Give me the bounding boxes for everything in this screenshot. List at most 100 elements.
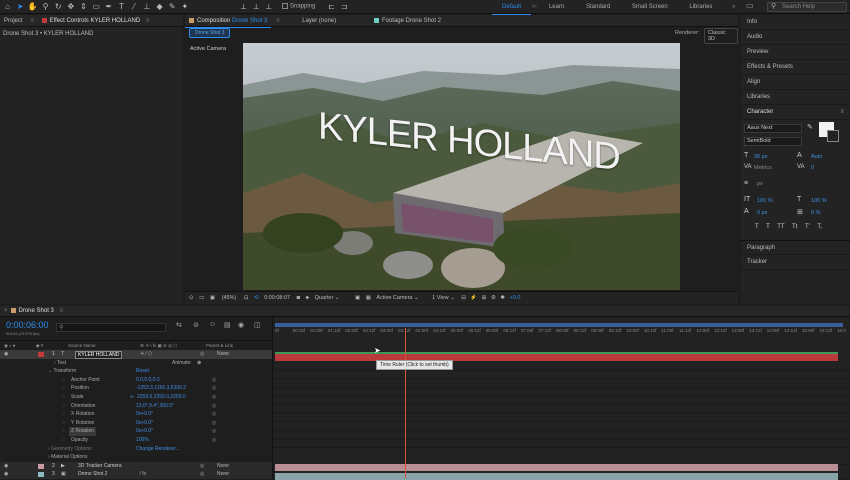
prop-scale[interactable]: ◌ Scale ∞ 2259.0,2259.0,2259.0 ◎ (0, 393, 272, 402)
panel-menu-icon[interactable]: ≡ (28, 18, 36, 24)
layer-2-bar[interactable] (275, 464, 838, 471)
parent-link-header[interactable]: Parent & Link (206, 341, 233, 350)
tracking-value[interactable]: 0 (811, 165, 814, 171)
workspace-small-screen[interactable]: Small Screen (622, 0, 678, 14)
tsume-value[interactable]: 0 % (811, 210, 820, 216)
comp-breadcrumb-button[interactable]: Drone Shot 3 (189, 28, 231, 38)
hand-tool-icon[interactable]: ✋ (27, 1, 38, 12)
prop-z-rotation[interactable]: ◌ Z Rotation 0x+0.0° ◎ (0, 427, 272, 436)
zoom-tool-icon[interactable]: ⚲ (40, 1, 51, 12)
all-caps-button[interactable]: TT (777, 224, 784, 230)
faux-italic-button[interactable]: T (766, 224, 770, 230)
prop-x-rotation[interactable]: ◌ X Rotation 0x+0.0° ◎ (0, 410, 272, 419)
comp-mini-flowchart-icon[interactable]: ⇆ (176, 321, 182, 329)
timeline-search-input[interactable]: ⚲ (56, 323, 166, 332)
scale-value[interactable]: 2259.0,2259.0,2259.0 (137, 393, 186, 402)
magnification-dropdown[interactable]: (45%) (217, 295, 237, 301)
stopwatch-icon[interactable]: ◌ (62, 436, 65, 445)
layer-1-parent[interactable]: None (217, 350, 229, 359)
layer-3-bar[interactable] (275, 473, 838, 480)
orbit-tool-icon[interactable]: ↻ (53, 1, 64, 12)
type-tool-icon[interactable]: T (116, 1, 127, 12)
x-rotation-value[interactable]: 0x+0.0° (136, 410, 153, 419)
prop-anchor-point[interactable]: ◌ Anchor Point 0.0,0.0,0.0 ◎ (0, 376, 272, 385)
shy-icon[interactable]: ☺ (209, 321, 216, 328)
workspace-more-icon[interactable]: » (724, 4, 735, 10)
footer-timecode[interactable]: 0:00:08:07 (260, 295, 290, 301)
comp-menu-icon[interactable]: ≡ (273, 18, 283, 24)
track-area[interactable]: 0f00:12f01:00f01:12f02:00f02:12f03:00f03… (272, 318, 850, 480)
panel-align[interactable]: Align (741, 75, 850, 90)
monitor-icon[interactable]: ▭ (195, 295, 204, 301)
visibility-icon[interactable]: ◉ (4, 350, 8, 359)
flowchart-icon[interactable]: ⚙ (488, 295, 496, 301)
material-options-group[interactable]: › Material Options (48, 453, 87, 462)
tab-footage[interactable]: Footage Drone Shot 2 (370, 15, 445, 27)
small-caps-button[interactable]: Tt (792, 224, 797, 230)
snapping-toggle[interactable]: Snapping (282, 3, 315, 10)
exposure-icon[interactable]: ✱ (497, 295, 505, 301)
eraser-tool-icon[interactable]: ◆ (154, 1, 165, 12)
home-icon[interactable]: ⌂ (2, 1, 13, 12)
faux-bold-button[interactable]: T (755, 224, 759, 230)
panel-paragraph[interactable]: Paragraph (741, 240, 850, 255)
rectangle-tool-icon[interactable]: ▭ (91, 1, 102, 12)
close-icon[interactable]: × (4, 308, 8, 314)
position-value[interactable]: -1253.3,1156.3,6300.2 (136, 384, 186, 393)
y-rotation-value[interactable]: 0x+0.0° (136, 419, 153, 428)
panel-tracker[interactable]: Tracker (741, 255, 850, 270)
layer-row-2[interactable]: ◉ 2 ▶ 3D Tracker Camera ◎ None (0, 461, 272, 471)
stopwatch-icon[interactable]: ◌ (62, 402, 65, 411)
views-layout-dropdown[interactable]: 1 View ⌄ (420, 295, 455, 301)
snap-option-icon[interactable]: ⊏ (326, 1, 337, 12)
expression-icon[interactable]: ◎ (212, 436, 216, 445)
superscript-button[interactable]: T' (805, 224, 810, 230)
work-area-bar[interactable] (275, 323, 843, 327)
axis-view-icon[interactable]: ⟂ (263, 1, 274, 12)
subscript-button[interactable]: T, (817, 224, 822, 230)
layer-row-1[interactable]: ◉ 1 T KYLER HOLLAND ✳ ⁄ ⬡ ◎ None (0, 350, 272, 359)
workspace-learn[interactable]: Learn (539, 0, 574, 14)
motion-blur-icon[interactable]: ◉ (238, 321, 244, 329)
grid-icon[interactable]: ⊡ (238, 295, 249, 301)
playhead[interactable] (405, 328, 406, 478)
expression-icon[interactable]: ◎ (212, 419, 216, 428)
frame-blend-icon[interactable]: ▤ (224, 321, 231, 329)
expression-icon[interactable]: ◎ (212, 384, 216, 393)
pen-tool-icon[interactable]: ✒ (103, 1, 114, 12)
expand-geometry-icon[interactable]: › (48, 446, 50, 452)
animate-label[interactable]: Animate: (172, 359, 192, 368)
stopwatch-icon[interactable]: ◌ (62, 410, 65, 419)
visibility-icon[interactable]: ◉ (4, 462, 8, 471)
resolution-dropdown[interactable]: Quarter ⌄ (311, 295, 340, 301)
search-help-input[interactable]: ⚲ Search Help (767, 2, 847, 12)
layer-1-name[interactable]: KYLER HOLLAND (75, 351, 123, 359)
orientation-value[interactable]: 13.0°,9.4°,350.5° (136, 402, 174, 411)
expression-icon[interactable]: ◎ (212, 393, 216, 402)
workspace-libraries[interactable]: Libraries (679, 0, 722, 14)
stopwatch-icon[interactable]: ◌ (62, 427, 65, 436)
stopwatch-icon[interactable]: ◌ (62, 376, 65, 385)
panel-preview[interactable]: Preview (741, 45, 850, 60)
dolly-tool-icon[interactable]: ⇕ (78, 1, 89, 12)
current-time-display[interactable]: 0:00:06:00 (6, 320, 49, 330)
show-snapshot-icon[interactable]: ♣ (301, 295, 309, 301)
constrain-icon[interactable]: ∞ (130, 393, 134, 402)
graph-editor-icon[interactable]: ◫ (254, 321, 261, 329)
eyedropper-icon[interactable]: ✎ (807, 123, 813, 131)
exposure-value[interactable]: +0.0 (507, 295, 521, 301)
layer-1-bar[interactable] (275, 354, 838, 361)
roto-tool-icon[interactable]: ✎ (167, 1, 178, 12)
layer-2-parent[interactable]: None (217, 462, 229, 471)
renderer-button[interactable]: Classic 3D (704, 28, 738, 44)
prop-opacity[interactable]: ◌ Opacity 100% ◎ (0, 436, 272, 445)
text-group[interactable]: › Text Animate: ⊕ (54, 359, 201, 368)
baseline-shift-value[interactable]: 0 px (757, 210, 767, 216)
layer-1-pickwhip-icon[interactable]: ◎ (200, 350, 204, 359)
layer-1-switches[interactable]: ✳ ⁄ ⬡ (140, 350, 152, 359)
transform-reset[interactable]: Reset (136, 367, 149, 376)
workspace-standard[interactable]: Standard (576, 0, 620, 14)
snap-edge-icon[interactable]: ⊐ (339, 1, 350, 12)
panel-libraries[interactable]: Libraries (741, 90, 850, 105)
timeline-icon[interactable]: ⊞ (479, 295, 487, 301)
